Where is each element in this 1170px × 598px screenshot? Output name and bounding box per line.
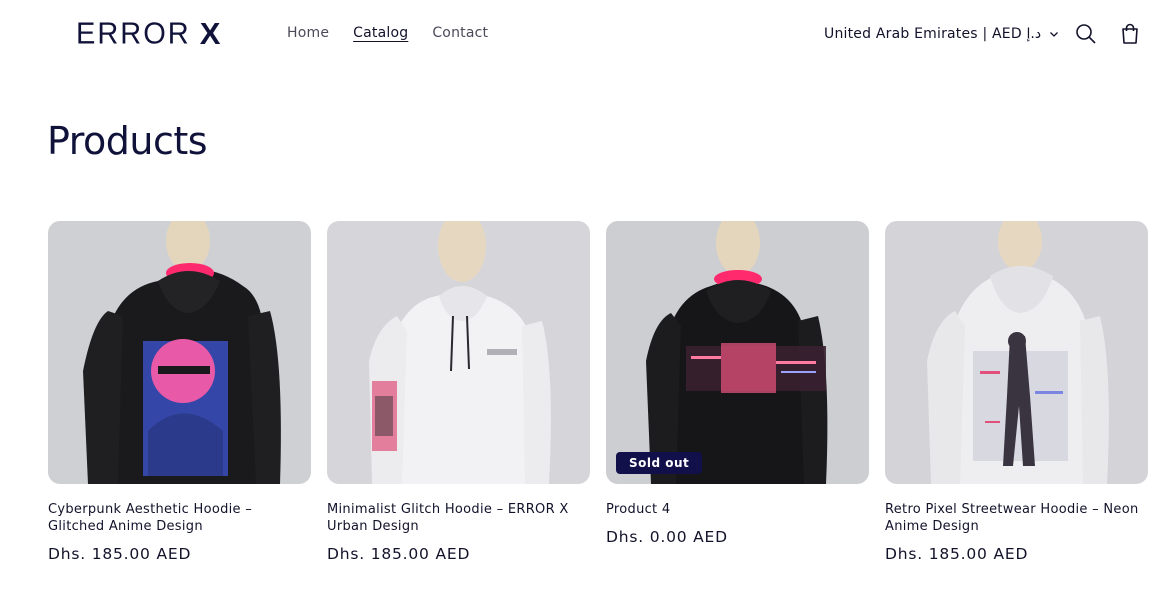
nav-catalog-link[interactable]: Catalog (353, 25, 408, 41)
product-price: Dhs. 185.00 AED (885, 545, 1029, 563)
sold-out-badge: Sold out (616, 452, 703, 474)
product-price: Dhs. 185.00 AED (327, 545, 471, 563)
locale-label: United Arab Emirates | AED د.إ (824, 26, 1042, 42)
product-image[interactable] (48, 221, 311, 484)
product-card[interactable]: Minimalist Glitch Hoodie – ERROR X Urban… (327, 221, 590, 563)
product-photo (327, 221, 590, 484)
product-photo (48, 221, 311, 484)
nav-home-link[interactable]: Home (287, 25, 329, 41)
country-currency-selector[interactable]: United Arab Emirates | AED د.إ (824, 26, 1059, 42)
product-card[interactable]: Retro Pixel Streetwear Hoodie – Neon Ani… (885, 221, 1148, 563)
product-title[interactable]: Product 4 (606, 501, 864, 518)
product-image[interactable]: Sold out (606, 221, 869, 484)
product-price: Dhs. 0.00 AED (606, 528, 728, 546)
product-title[interactable]: Minimalist Glitch Hoodie – ERROR X Urban… (327, 501, 585, 535)
product-title[interactable]: Retro Pixel Streetwear Hoodie – Neon Ani… (885, 501, 1143, 535)
product-card[interactable]: Cyberpunk Aesthetic Hoodie – Glitched An… (48, 221, 311, 563)
nav-contact-link[interactable]: Contact (432, 25, 488, 41)
main-nav: Home Catalog Contact (287, 25, 512, 41)
chevron-down-icon (1050, 32, 1059, 37)
site-header: ERROR X Home Catalog Contact United Arab… (0, 0, 1170, 70)
product-title[interactable]: Cyberpunk Aesthetic Hoodie – Glitched An… (48, 501, 306, 535)
logo-x-mark: X (199, 16, 222, 51)
product-price: Dhs. 185.00 AED (48, 545, 192, 563)
product-image[interactable] (327, 221, 590, 484)
product-card[interactable]: Sold out Product 4 Dhs. 0.00 AED (606, 221, 869, 546)
cart-icon[interactable] (1118, 22, 1142, 46)
product-photo (606, 221, 869, 484)
site-logo[interactable]: ERROR X (76, 16, 222, 51)
search-icon[interactable] (1074, 22, 1098, 46)
product-photo (885, 221, 1148, 484)
product-image[interactable] (885, 221, 1148, 484)
page-title: Products (47, 119, 208, 163)
logo-wordmark: ERROR (76, 16, 191, 51)
